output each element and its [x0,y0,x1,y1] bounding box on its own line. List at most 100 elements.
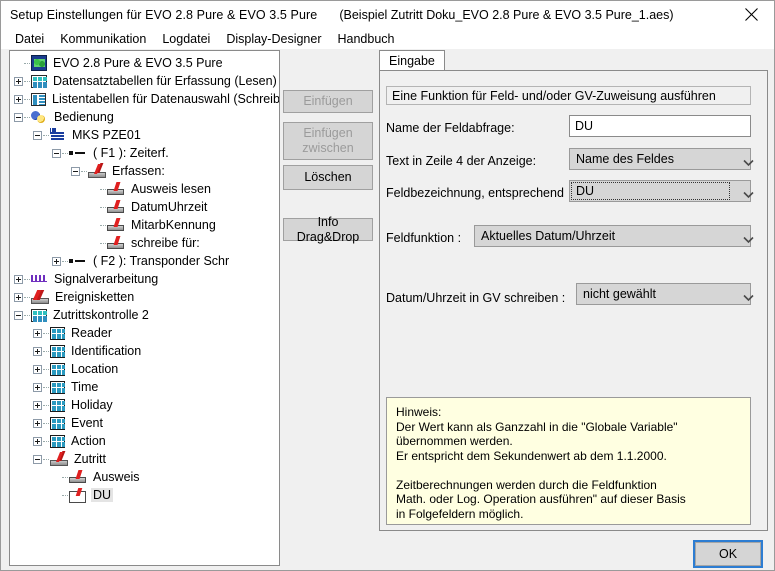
tab-strip: Eingabe [379,50,768,71]
tree-connector [100,206,106,208]
einfuegen-button[interactable]: Einfügen [283,90,373,113]
tree-connector [62,260,68,262]
tree-node[interactable]: Holiday [12,396,279,414]
name-der-feldabfrage-input[interactable]: DU [569,115,751,137]
tree-node[interactable]: Location [12,360,279,378]
collapse-icon[interactable] [14,310,23,320]
expand-icon[interactable] [14,94,23,104]
tree-node-label: Zutritt [74,452,106,466]
label-datum-uhrzeit-in-gv: Datum/Uhrzeit in GV schreiben : [386,291,566,305]
tree-node[interactable]: Ausweis lesen [12,180,279,198]
tree-node[interactable]: Listentabellen für Datenauswahl (Schreib… [12,90,279,108]
tree-connector [43,350,49,352]
feldbezeichnung-combo[interactable]: DU [569,180,754,202]
loeschen-button[interactable]: Löschen [283,165,373,190]
leaf-icon [69,470,87,484]
tree-expander-spacer [90,221,99,230]
menu-item-kommunikation[interactable]: Kommunikation [52,30,154,48]
tree-node-label: Identification [71,344,142,358]
tree-node[interactable]: Zutritt [12,450,279,468]
tree-node-label: schreibe für: [131,236,200,250]
tree-connector [24,296,30,298]
erfassen-icon [50,452,68,466]
menu-item-handbuch[interactable]: Handbuch [330,30,403,48]
feldbezeichnung-value: DU [576,184,595,198]
tree-node[interactable]: schreibe für: [12,234,279,252]
tree-connector [24,314,30,316]
application-window: Setup Einstellungen für EVO 2.8 Pure & E… [0,0,775,571]
expand-icon[interactable] [33,418,42,428]
expand-icon[interactable] [33,400,42,410]
tree-node-label: MKS PZE01 [72,128,141,142]
menu-item-display-designer[interactable]: Display-Designer [218,30,329,48]
tree-node-label: Ereignisketten [55,290,135,304]
table-icon [50,344,65,358]
collapse-icon[interactable] [33,454,42,464]
grid-table-icon [31,74,47,88]
expand-icon[interactable] [52,256,61,266]
tree-node[interactable]: Datensatztabellen für Erfassung (Lesen) [12,72,279,90]
tree-connector [100,242,106,244]
tree-node-label: DatumUhrzeit [131,200,208,214]
tree-node-label: EVO 2.8 Pure & EVO 3.5 Pure [53,56,223,70]
tree-node-label: Datensatztabellen für Erfassung (Lesen) [53,74,277,88]
leaf-icon [107,200,125,214]
expand-icon[interactable] [14,76,23,86]
feldfunktion-combo[interactable]: Aktuelles Datum/Uhrzeit [474,225,754,247]
tree-node[interactable]: Time [12,378,279,396]
title-bar: Setup Einstellungen für EVO 2.8 Pure & E… [1,1,774,28]
tree-node[interactable]: MKS PZE01 [12,126,279,144]
text-in-zeile-4-combo[interactable]: Name des Feldes [569,148,754,170]
tree-connector [43,440,49,442]
tree-node[interactable]: Action [12,432,279,450]
menu-bar: Datei Kommunikation Logdatei Display-Design… [1,28,774,49]
einfuegen-zwischen-button[interactable]: Einfügen zwischen [283,122,373,160]
leaf-icon [107,218,125,232]
tree-node[interactable]: DatumUhrzeit [12,198,279,216]
menu-item-logdatei[interactable]: Logdatei [154,30,218,48]
tab-eingabe[interactable]: Eingabe [379,50,445,71]
tree-node-label: Listentabellen für Datenauswahl (Schreib… [52,92,280,106]
close-icon[interactable] [728,1,774,28]
collapse-icon[interactable] [14,112,23,122]
tree-node-label: Action [71,434,106,448]
leaf-icon [107,182,125,196]
tree-connector [24,62,30,64]
collapse-icon[interactable] [71,166,80,176]
tree-node[interactable]: Zutrittskontrolle 2 [12,306,279,324]
tree-node[interactable]: DU [12,486,279,504]
ok-button[interactable]: OK [693,540,763,568]
expand-icon[interactable] [33,346,42,356]
collapse-icon[interactable] [52,148,61,158]
tree-node[interactable]: ( F1 ): Zeiterf. [12,144,279,162]
tree-node[interactable]: MitarbKennung [12,216,279,234]
tree-node[interactable]: Identification [12,342,279,360]
expand-icon[interactable] [33,364,42,374]
tree-node[interactable]: Event [12,414,279,432]
expand-icon[interactable] [33,436,42,446]
tree-expander-spacer [90,203,99,212]
datum-uhrzeit-gv-combo[interactable]: nicht gewählt [576,283,754,305]
navigation-tree[interactable]: EVO 2.8 Pure & EVO 3.5 Pure Datensatztabe… [9,50,280,566]
tree-node[interactable]: EVO 2.8 Pure & EVO 3.5 Pure [12,54,279,72]
tree-node[interactable]: Reader [12,324,279,342]
expand-icon[interactable] [33,382,42,392]
expand-icon[interactable] [33,328,42,338]
tree-node-label: Reader [71,326,112,340]
window-subtitle: (Beispiel Zutritt Doku_EVO 2.8 Pure & EV… [339,7,674,22]
info-dragdrop-button[interactable]: Info Drag&Drop [283,215,373,244]
expand-icon[interactable] [14,292,23,302]
tree-node[interactable]: Signalverarbeitung [12,270,279,288]
expand-icon[interactable] [14,274,23,284]
tree-node[interactable]: ( F2 ): Transponder Schr [12,252,279,270]
tree-node[interactable]: Ausweis [12,468,279,486]
tree-node-label: ( F2 ): Transponder Schr [93,254,230,268]
tree-node-label: DU [91,488,114,502]
tree-node[interactable]: Erfassen: [12,162,279,180]
tree-node[interactable]: Ereignisketten [12,288,279,306]
collapse-icon[interactable] [33,130,42,140]
menu-item-datei[interactable]: Datei [7,30,52,48]
tree-node[interactable]: Bedienung [12,108,279,126]
tree-connector [81,170,87,172]
window-title: Setup Einstellungen für EVO 2.8 Pure & E… [10,7,318,22]
